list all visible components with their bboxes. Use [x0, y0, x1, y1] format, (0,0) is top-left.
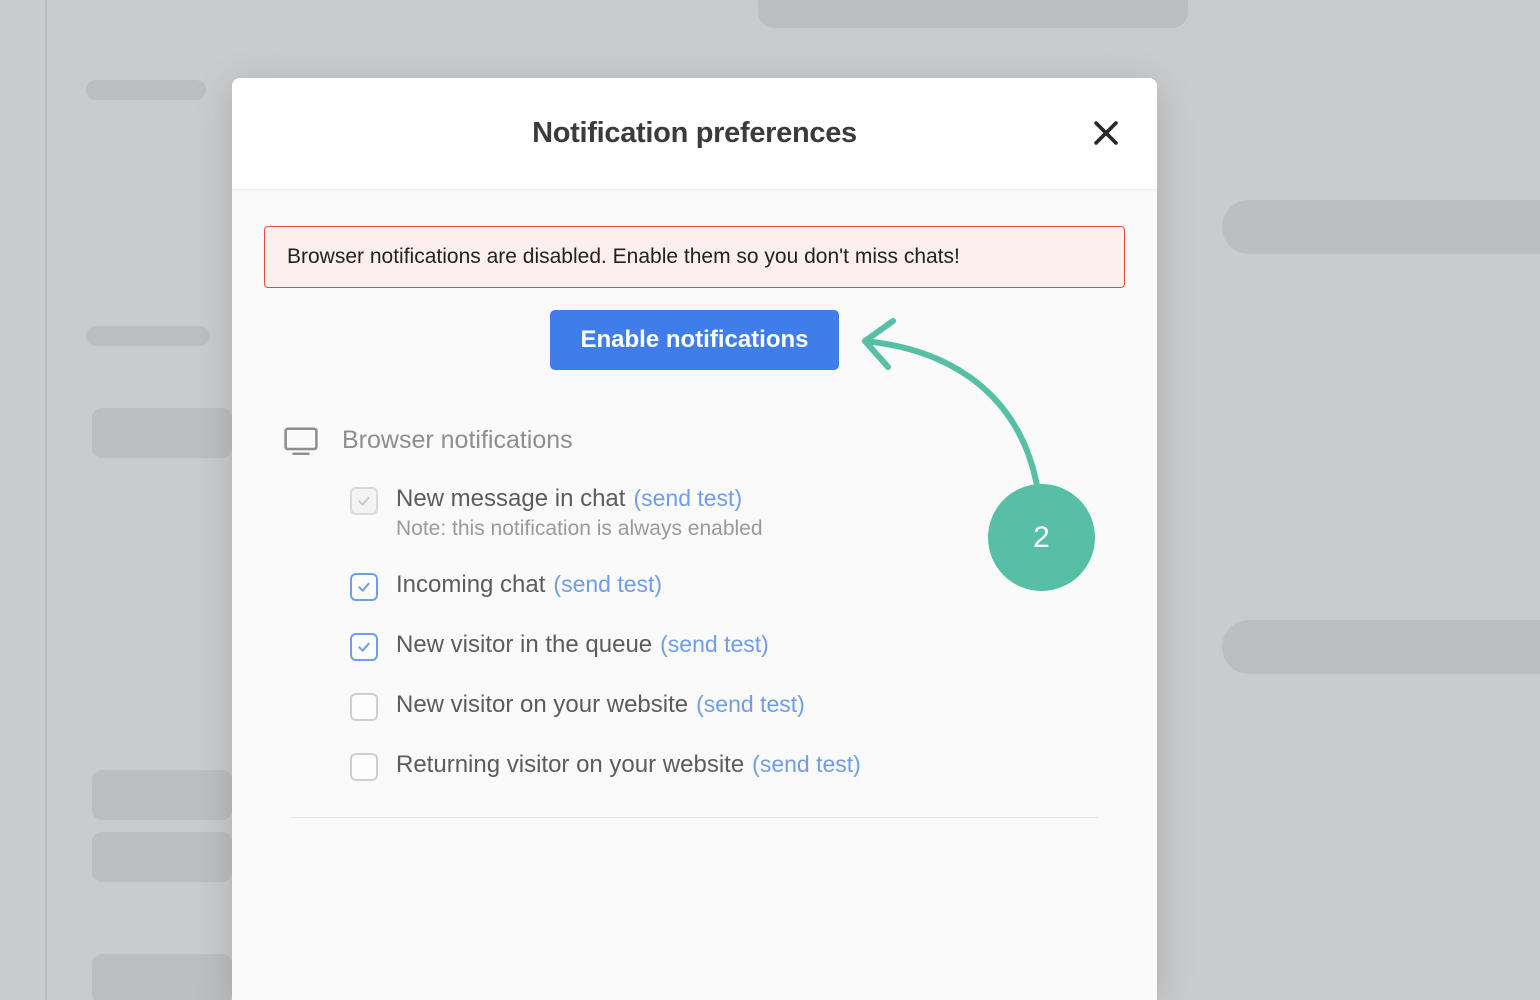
option-label-line: New message in chat (send test)	[396, 485, 763, 513]
send-test-link[interactable]: (send test)	[696, 691, 805, 718]
send-test-link[interactable]: (send test)	[553, 571, 662, 598]
send-test-link[interactable]: (send test)	[752, 751, 861, 778]
option-main: New visitor in the queue (send test)	[396, 631, 769, 659]
section-header: Browser notifications	[284, 426, 1105, 455]
option-note: Note: this notification is always enable…	[396, 517, 763, 541]
option-main: Incoming chat (send test)	[396, 571, 662, 599]
background-divider	[45, 0, 47, 1000]
option-checkbox	[350, 487, 378, 515]
close-icon	[1089, 116, 1123, 150]
modal-header: Notification preferences	[232, 78, 1157, 190]
skeleton-shape	[92, 954, 232, 1000]
skeleton-shape	[1222, 200, 1540, 254]
send-test-link[interactable]: (send test)	[633, 485, 742, 512]
close-button[interactable]	[1089, 116, 1123, 150]
option-label: Incoming chat	[396, 571, 545, 599]
option-label: New message in chat	[396, 485, 625, 513]
option-row: New visitor in the queue (send test)	[350, 631, 1105, 661]
option-label-line: New visitor in the queue (send test)	[396, 631, 769, 659]
monitor-icon	[284, 427, 318, 455]
option-label-line: Returning visitor on your website (send t…	[396, 751, 861, 779]
skeleton-shape	[92, 770, 232, 820]
section-title: Browser notifications	[342, 426, 573, 455]
browser-notifications-section: Browser notifications New message in cha…	[264, 426, 1125, 781]
divider	[290, 817, 1099, 818]
option-row: Returning visitor on your website (send t…	[350, 751, 1105, 781]
option-label-line: New visitor on your website (send test)	[396, 691, 805, 719]
options-list: New message in chat (send test) Note: this…	[284, 485, 1105, 781]
enable-notifications-button[interactable]: Enable notifications	[550, 310, 838, 370]
skeleton-shape	[758, 0, 1188, 28]
option-main: New message in chat (send test) Note: this…	[396, 485, 763, 541]
send-test-link[interactable]: (send test)	[660, 631, 769, 658]
option-label: Returning visitor on your website	[396, 751, 744, 779]
modal-title: Notification preferences	[532, 117, 857, 150]
option-checkbox[interactable]	[350, 693, 378, 721]
skeleton-shape	[92, 408, 232, 458]
option-label: New visitor on your website	[396, 691, 688, 719]
option-label-line: Incoming chat (send test)	[396, 571, 662, 599]
notifications-disabled-alert: Browser notifications are disabled. Enab…	[264, 226, 1125, 288]
skeleton-shape	[92, 832, 232, 882]
modal-body: Browser notifications are disabled. Enab…	[232, 190, 1157, 818]
skeleton-shape	[86, 80, 206, 100]
option-main: Returning visitor on your website (send t…	[396, 751, 861, 779]
option-checkbox[interactable]	[350, 573, 378, 601]
skeleton-shape	[1222, 620, 1540, 674]
option-main: New visitor on your website (send test)	[396, 691, 805, 719]
option-label: New visitor in the queue	[396, 631, 652, 659]
option-row: New message in chat (send test) Note: this…	[350, 485, 1105, 541]
notification-preferences-modal: Notification preferences Browser notific…	[232, 78, 1157, 1000]
option-row: New visitor on your website (send test)	[350, 691, 1105, 721]
skeleton-shape	[86, 326, 210, 346]
option-checkbox[interactable]	[350, 753, 378, 781]
option-checkbox[interactable]	[350, 633, 378, 661]
option-row: Incoming chat (send test)	[350, 571, 1105, 601]
enable-row: Enable notifications	[264, 310, 1125, 370]
